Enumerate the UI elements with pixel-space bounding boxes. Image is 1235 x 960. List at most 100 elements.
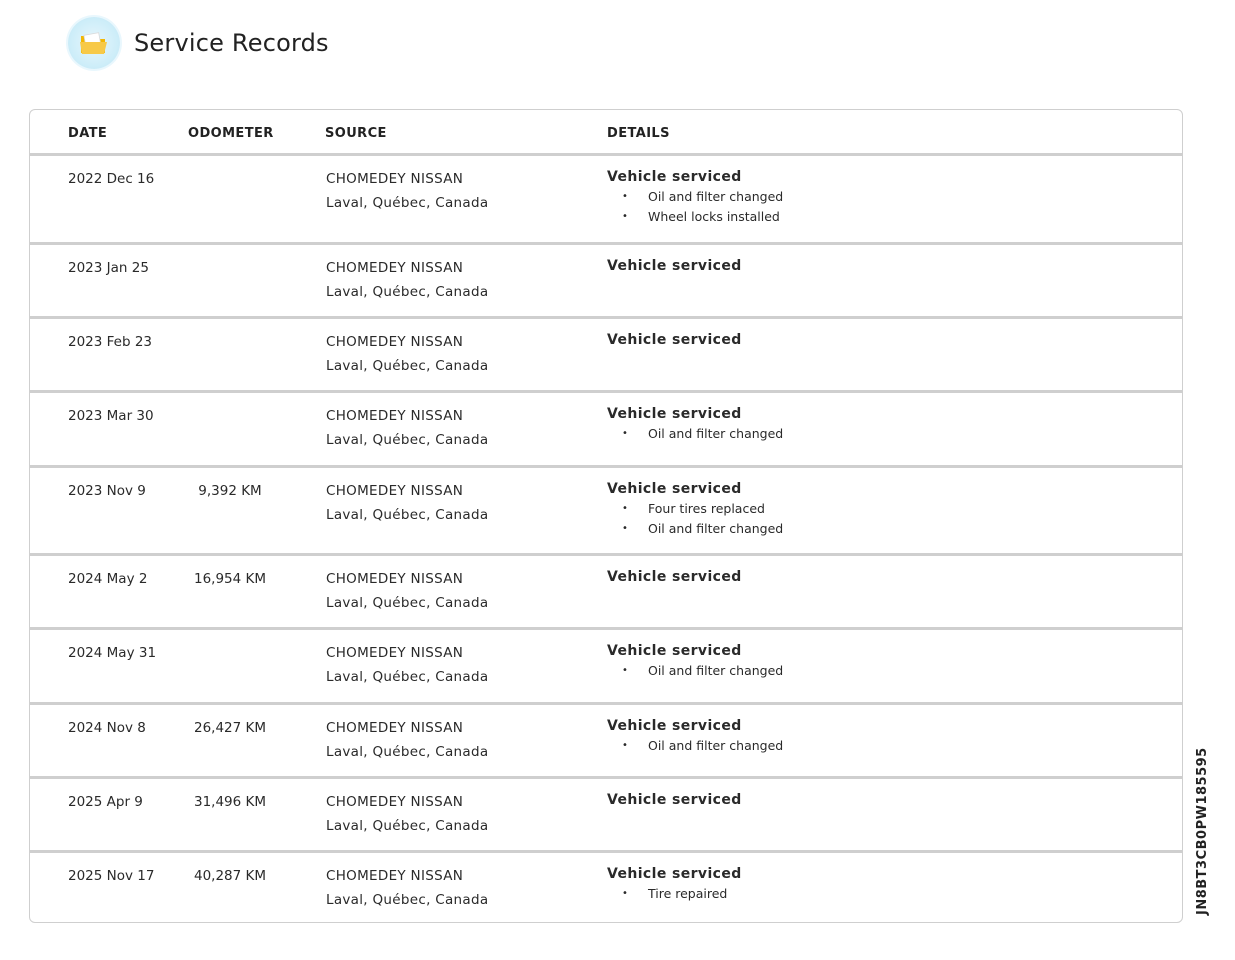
row-source-location: Laval, Québec, Canada	[326, 507, 489, 523]
row-source-location: Laval, Québec, Canada	[326, 669, 489, 685]
detail-item-text: Tire repaired	[648, 886, 728, 901]
row-source-location: Laval, Québec, Canada	[326, 595, 489, 611]
row-odometer-value: 26,427 KM	[193, 720, 267, 736]
table-row: 2023 Jan 25 CHOMEDEY NISSAN Laval, Québec,…	[30, 245, 1182, 319]
row-details: Vehicle serviced	[607, 792, 742, 808]
row-details-title: Vehicle serviced	[607, 169, 742, 185]
table-header: DATE ODOMETER SOURCE DETAILS	[30, 110, 1182, 156]
detail-item: • Oil and filter changed	[607, 424, 783, 444]
page-title: Service Records	[134, 29, 329, 57]
row-source-location: Laval, Québec, Canada	[326, 358, 489, 374]
table-row: 2023 Nov 9 9,392 KM CHOMEDEY NISSAN Laval, …	[30, 468, 1182, 556]
row-odometer-value: 40,287 KM	[193, 868, 267, 884]
row-source-name: CHOMEDEY NISSAN	[326, 483, 464, 499]
row-source-name: CHOMEDEY NISSAN	[326, 794, 464, 810]
row-odometer	[30, 171, 300, 187]
bullet-icon: •	[622, 740, 628, 751]
row-details-title: Vehicle serviced	[607, 643, 742, 659]
detail-item-text: Oil and filter changed	[648, 426, 784, 441]
page-header: Service Records	[68, 16, 329, 70]
row-details-title: Vehicle serviced	[607, 481, 742, 497]
detail-item: • Wheel locks installed	[607, 207, 783, 227]
row-details-title: Vehicle serviced	[607, 792, 742, 808]
row-source-location: Laval, Québec, Canada	[326, 892, 489, 908]
row-source: CHOMEDEY NISSAN Laval, Québec, Canada	[326, 260, 488, 304]
row-details-list: • Oil and filter changed	[607, 736, 783, 756]
bullet-icon: •	[622, 428, 628, 439]
row-source-name: CHOMEDEY NISSAN	[326, 260, 464, 276]
row-source-location: Laval, Québec, Canada	[326, 195, 489, 211]
row-source-name: CHOMEDEY NISSAN	[326, 408, 464, 424]
row-source-location: Laval, Québec, Canada	[326, 284, 489, 300]
table-row: 2024 May 31 CHOMEDEY NISSAN Laval, Québec,…	[30, 630, 1182, 705]
table-body: 2022 Dec 16 CHOMEDEY NISSAN Laval, Québec,…	[30, 156, 1182, 922]
row-odometer-value: 16,954 KM	[193, 571, 267, 587]
detail-item: • Oil and filter changed	[607, 661, 783, 681]
row-source-name: CHOMEDEY NISSAN	[326, 720, 464, 736]
row-source: CHOMEDEY NISSAN Laval, Québec, Canada	[326, 794, 488, 838]
row-source-name: CHOMEDEY NISSAN	[326, 571, 464, 587]
folder-icon	[68, 17, 120, 69]
column-header-source: SOURCE	[325, 126, 387, 141]
bullet-icon: •	[622, 503, 628, 514]
vin-label: JN8BT3CB0PW185595	[1195, 747, 1210, 915]
row-details: Vehicle serviced • Oil and filter changed	[607, 643, 783, 681]
row-odometer	[30, 645, 300, 661]
row-details: Vehicle serviced	[607, 569, 742, 585]
row-source: CHOMEDEY NISSAN Laval, Québec, Canada	[326, 571, 488, 615]
row-odometer-value: 9,392 KM	[198, 483, 262, 499]
row-odometer: 26,427 KM	[30, 720, 300, 736]
row-details-list: • Oil and filter changed	[607, 424, 783, 444]
row-details-title: Vehicle serviced	[607, 406, 742, 422]
detail-item-text: Wheel locks installed	[648, 208, 780, 224]
row-source-location: Laval, Québec, Canada	[326, 818, 489, 834]
row-source-name: CHOMEDEY NISSAN	[326, 645, 464, 661]
row-details-list: • Tire repaired	[607, 884, 742, 904]
table-row: 2023 Mar 30 CHOMEDEY NISSAN Laval, Québec,…	[30, 393, 1182, 468]
row-odometer-value: 31,496 KM	[193, 794, 267, 810]
row-details-list: • Oil and filter changed • Wheel locks inst…	[607, 187, 783, 226]
row-source: CHOMEDEY NISSAN Laval, Québec, Canada	[326, 408, 488, 452]
row-odometer	[30, 334, 300, 350]
row-odometer: 9,392 KM	[30, 483, 300, 499]
detail-item-text: Oil and filter changed	[648, 663, 784, 678]
row-source-name: CHOMEDEY NISSAN	[326, 171, 464, 187]
column-header-date: DATE	[68, 126, 108, 141]
row-details-list: • Four tires replaced • Oil and filter chan…	[607, 499, 783, 538]
row-odometer: 31,496 KM	[30, 794, 300, 810]
row-details-title: Vehicle serviced	[607, 718, 742, 734]
table-row: 2023 Feb 23 CHOMEDEY NISSAN Laval, Québec,…	[30, 319, 1182, 393]
row-source: CHOMEDEY NISSAN Laval, Québec, Canada	[326, 334, 488, 378]
row-details: Vehicle serviced • Tire repaired	[607, 866, 742, 904]
row-details-list: • Oil and filter changed	[607, 661, 783, 681]
row-details-title: Vehicle serviced	[607, 258, 742, 274]
row-odometer	[30, 408, 300, 424]
bullet-icon: •	[622, 522, 628, 534]
row-details: Vehicle serviced	[607, 258, 742, 274]
row-details: Vehicle serviced	[607, 332, 742, 348]
detail-item-text: Oil and filter changed	[648, 520, 784, 536]
table-row: 2025 Nov 17 40,287 KM CHOMEDEY NISSAN Laval…	[30, 853, 1182, 922]
row-source-location: Laval, Québec, Canada	[326, 432, 489, 448]
detail-item: • Oil and filter changed	[607, 519, 783, 539]
table-row: 2024 May 2 16,954 KM CHOMEDEY NISSAN Laval,…	[30, 556, 1182, 630]
row-details: Vehicle serviced • Oil and filter changed	[607, 406, 783, 444]
detail-item: • Tire repaired	[607, 884, 742, 904]
row-odometer	[30, 260, 300, 276]
row-details-title: Vehicle serviced	[607, 332, 742, 348]
row-odometer: 16,954 KM	[30, 571, 300, 587]
row-source: CHOMEDEY NISSAN Laval, Québec, Canada	[326, 868, 488, 912]
detail-item-text: Oil and filter changed	[648, 738, 784, 753]
table-row: 2022 Dec 16 CHOMEDEY NISSAN Laval, Québec,…	[30, 156, 1182, 245]
row-details: Vehicle serviced • Oil and filter changed •…	[607, 169, 783, 226]
row-source: CHOMEDEY NISSAN Laval, Québec, Canada	[326, 483, 488, 527]
table-row: 2025 Apr 9 31,496 KM CHOMEDEY NISSAN Laval,…	[30, 779, 1182, 853]
bullet-icon: •	[622, 665, 628, 676]
row-source-location: Laval, Québec, Canada	[326, 744, 489, 760]
row-details: Vehicle serviced • Oil and filter changed	[607, 718, 783, 756]
row-source-name: CHOMEDEY NISSAN	[326, 334, 464, 350]
row-details-title: Vehicle serviced	[607, 569, 742, 585]
table-row: 2024 Nov 8 26,427 KM CHOMEDEY NISSAN Laval,…	[30, 705, 1182, 779]
bullet-icon: •	[622, 888, 628, 899]
column-header-details: DETAILS	[607, 126, 670, 141]
